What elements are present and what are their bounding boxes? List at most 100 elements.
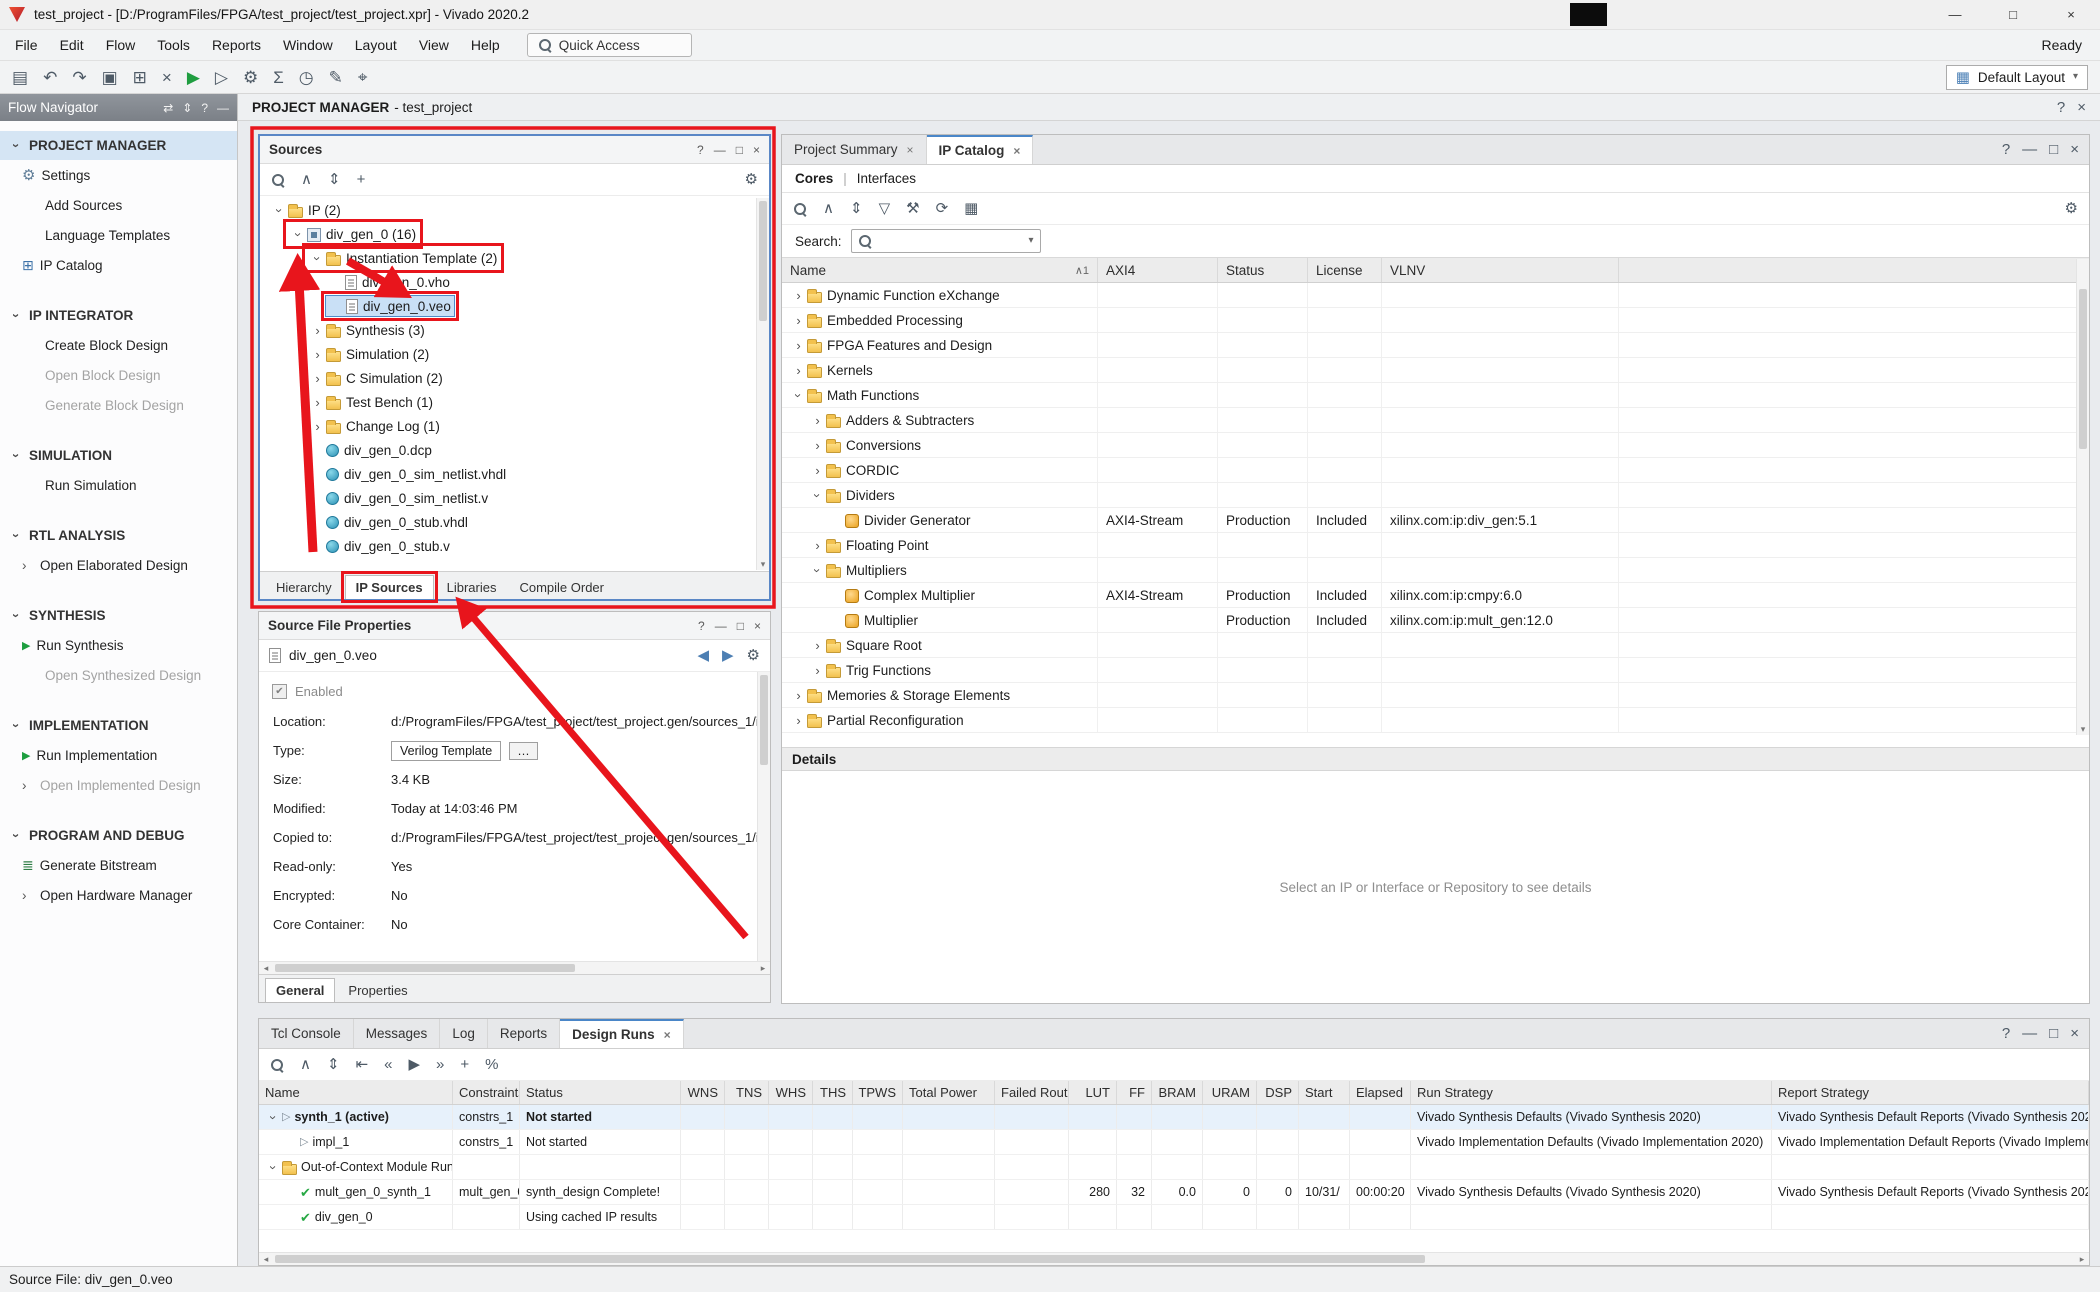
minimize-icon[interactable]: —	[714, 144, 726, 156]
flow-section-header-synthesis[interactable]: ›SYNTHESIS	[0, 601, 237, 630]
expand-all-icon[interactable]: ⇕	[850, 201, 863, 216]
scrollbar-thumb[interactable]	[760, 675, 768, 765]
sources-tree-item-div-gen-0-vho[interactable]: div_gen_0.vho	[260, 270, 769, 294]
flownav-item-generate-bitstream[interactable]: ≣Generate Bitstream	[0, 850, 237, 880]
close-icon[interactable]: ×	[2070, 1026, 2079, 1041]
help-icon[interactable]: ?	[201, 102, 208, 114]
chevron-right-icon[interactable]: ›	[309, 323, 326, 338]
ip-search-input[interactable]: ▾	[851, 229, 1041, 253]
flownav-item-run-simulation[interactable]: Run Simulation	[0, 470, 237, 500]
menu-file[interactable]: File	[4, 30, 49, 60]
menu-window[interactable]: Window	[272, 30, 344, 60]
expand-all-icon[interactable]: ⇕	[327, 1057, 340, 1072]
enabled-checkbox[interactable]: ✔	[272, 684, 287, 699]
maximize-button[interactable]: □	[1984, 0, 2042, 29]
chevron-down-icon[interactable]: ›	[810, 562, 825, 579]
settings-gear-icon[interactable]: ⚙	[747, 648, 760, 663]
chevron-down-icon[interactable]: ›	[272, 202, 287, 219]
tab-design-runs[interactable]: Design Runs×	[560, 1019, 684, 1048]
add-sources-icon[interactable]: +	[357, 172, 366, 187]
tab-log[interactable]: Log	[440, 1019, 488, 1048]
flownav-item-run-implementation[interactable]: ▶Run Implementation	[0, 740, 237, 770]
column-header-elapsed[interactable]: Elapsed	[1350, 1081, 1411, 1104]
layout-selector[interactable]: ▦ Default Layout ▾	[1946, 65, 2088, 90]
ip-catalog-row-floating-point[interactable]: ›Floating Point	[782, 533, 2089, 558]
minimize-icon[interactable]: —	[2022, 142, 2037, 157]
subtab-cores[interactable]: Cores	[795, 171, 833, 186]
menu-tools[interactable]: Tools	[146, 30, 201, 60]
undo-icon[interactable]: ↶	[43, 69, 57, 86]
copy-icon[interactable]: ▣	[102, 69, 118, 86]
settings-gear-icon[interactable]: ⚙	[745, 172, 758, 187]
sources-tree-item-div-gen-0-sim-netlist-vhdl[interactable]: div_gen_0_sim_netlist.vhdl	[260, 462, 769, 486]
ip-catalog-row-fpga-features-and-design[interactable]: ›FPGA Features and Design	[782, 333, 2089, 358]
browse-button[interactable]: …	[509, 742, 538, 760]
design-run-row-div-gen-0[interactable]: ✔div_gen_0Using cached IP results	[259, 1205, 2089, 1230]
expand-collapse-icon[interactable]: ⇕	[182, 102, 192, 114]
chevron-right-icon[interactable]: ›	[790, 363, 807, 378]
sources-tree-item-div-gen-0-stub-v[interactable]: div_gen_0_stub.v	[260, 534, 769, 558]
ip-catalog-row-multipliers[interactable]: ›Multipliers	[782, 558, 2089, 583]
scrollbar-thumb[interactable]	[275, 964, 575, 972]
chevron-down-icon[interactable]: ›	[791, 387, 806, 404]
sources-tree-item-div-gen-0-stub-vhdl[interactable]: div_gen_0_stub.vhdl	[260, 510, 769, 534]
go-to-start-icon[interactable]: ⇤	[356, 1057, 369, 1072]
column-header-lut[interactable]: LUT	[1069, 1081, 1117, 1104]
menu-view[interactable]: View	[408, 30, 460, 60]
flow-section-header-project-manager[interactable]: ›PROJECT MANAGER	[0, 131, 237, 160]
chevron-down-icon[interactable]: ›	[291, 226, 306, 243]
menu-edit[interactable]: Edit	[49, 30, 95, 60]
close-tab-icon[interactable]: ×	[664, 1028, 671, 1042]
design-run-row-synth-1-active[interactable]: ›▷synth_1 (active)constrs_1Not startedVi…	[259, 1105, 2089, 1130]
column-header-vlnv[interactable]: VLNV	[1382, 258, 1619, 282]
quick-access-search[interactable]: Quick Access	[527, 33, 692, 57]
search-icon[interactable]	[271, 173, 285, 187]
chevron-down-icon[interactable]: ›	[266, 1159, 281, 1176]
flow-section-header-implementation[interactable]: ›IMPLEMENTATION	[0, 711, 237, 740]
close-icon[interactable]: ×	[754, 620, 761, 632]
help-icon[interactable]: ?	[2002, 1026, 2010, 1041]
column-header-bram[interactable]: BRAM	[1152, 1081, 1203, 1104]
column-header-failed-routes[interactable]: Failed Routes	[995, 1081, 1069, 1104]
sources-tree-item-ip-2[interactable]: ›IP (2)	[260, 198, 769, 222]
ip-catalog-row-kernels[interactable]: ›Kernels	[782, 358, 2089, 383]
properties-horizontal-scrollbar[interactable]: ◂ ▸	[259, 961, 770, 974]
ip-catalog-row-embedded-processing[interactable]: ›Embedded Processing	[782, 308, 2089, 333]
flownav-item-generate-block-design[interactable]: Generate Block Design	[0, 390, 237, 420]
runs-horizontal-scrollbar[interactable]: ◂ ▸	[259, 1252, 2089, 1265]
column-header-tpws[interactable]: TPWS	[853, 1081, 903, 1104]
ip-catalog-row-partial-reconfiguration[interactable]: ›Partial Reconfiguration	[782, 708, 2089, 733]
collapse-all-icon[interactable]: ∧	[300, 1057, 311, 1072]
ip-catalog-row-adders-subtracters[interactable]: ›Adders & Subtracters	[782, 408, 2089, 433]
flow-section-header-program-and-debug[interactable]: ›PROGRAM AND DEBUG	[0, 821, 237, 850]
ip-catalog-row-math-functions[interactable]: ›Math Functions	[782, 383, 2089, 408]
menu-layout[interactable]: Layout	[344, 30, 408, 60]
sources-tree-item-div-gen-0-16[interactable]: ›div_gen_0 (16)	[260, 222, 769, 246]
launch-runs-icon[interactable]: ▶	[408, 1057, 420, 1072]
tab-compile-order[interactable]: Compile Order	[509, 575, 614, 599]
flownav-item-open-implemented-design[interactable]: ›Open Implemented Design	[0, 770, 237, 800]
collapse-all-icon[interactable]: ∧	[823, 201, 834, 216]
chevron-right-icon[interactable]: ›	[309, 419, 326, 434]
column-header-total-power[interactable]: Total Power	[903, 1081, 995, 1104]
ip-catalog-row-trig-functions[interactable]: ›Trig Functions	[782, 658, 2089, 683]
flow-section-header-rtl-analysis[interactable]: ›RTL ANALYSIS	[0, 521, 237, 550]
ip-catalog-row-cordic[interactable]: ›CORDIC	[782, 458, 2089, 483]
sources-tree-item-c-simulation-2[interactable]: ›C Simulation (2)	[260, 366, 769, 390]
run-icon[interactable]: ▶	[187, 69, 200, 86]
chevron-right-icon[interactable]: ›	[809, 663, 826, 678]
menu-reports[interactable]: Reports	[201, 30, 272, 60]
tab-reports[interactable]: Reports	[488, 1019, 560, 1048]
ip-catalog-row-complex-multiplier[interactable]: Complex MultiplierAXI4-StreamProductionI…	[782, 583, 2089, 608]
flow-section-header-simulation[interactable]: ›SIMULATION	[0, 441, 237, 470]
refresh-repository-icon[interactable]: ⟳	[936, 201, 949, 216]
design-run-row-mult-gen-0-synth-1[interactable]: ✔mult_gen_0_synth_1mult_gen_0synth_desig…	[259, 1180, 2089, 1205]
delete-icon[interactable]: ×	[162, 69, 172, 86]
sources-tree-item-simulation-2[interactable]: ›Simulation (2)	[260, 342, 769, 366]
minimize-icon[interactable]: —	[2022, 1026, 2037, 1041]
ip-catalog-row-dynamic-function-exchange[interactable]: ›Dynamic Function eXchange	[782, 283, 2089, 308]
menu-flow[interactable]: Flow	[95, 30, 147, 60]
scrollbar-thumb[interactable]	[759, 201, 767, 321]
ip-catalog-row-conversions[interactable]: ›Conversions	[782, 433, 2089, 458]
tab-ip-catalog[interactable]: IP Catalog×	[927, 135, 1034, 164]
